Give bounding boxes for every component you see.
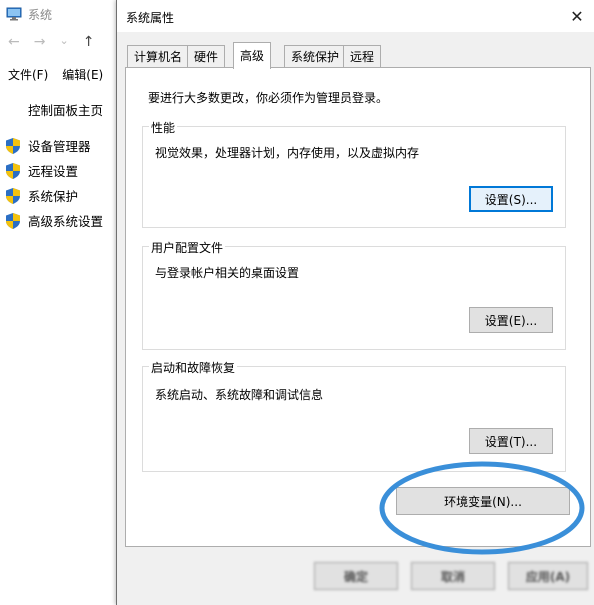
uac-shield-icon: [6, 212, 20, 229]
sidebar-item-advanced-settings[interactable]: 高级系统设置: [6, 211, 103, 230]
uac-shield-icon: [6, 137, 20, 154]
sidebar-item-label: 远程设置: [28, 164, 79, 179]
button-label: 取消: [440, 569, 465, 584]
tab-remote[interactable]: 远程: [343, 45, 382, 68]
environment-variables-button[interactable]: 环境变量(N)...: [396, 487, 570, 515]
tab-computer-name[interactable]: 计算机名: [127, 45, 190, 68]
computer-monitor-icon: [6, 7, 22, 21]
menu-bar: 文件(F) 编辑(E): [8, 66, 103, 83]
performance-legend: 性能: [149, 119, 178, 136]
sidebar-item-remote-settings[interactable]: 远程设置: [6, 161, 78, 180]
system-properties-dialog: 系统属性 ✕ 计算机名 硬件 高级 系统保护 远程 要进行大多数更改，你必须作为…: [116, 0, 594, 605]
tab-system-protection[interactable]: 系统保护: [284, 45, 347, 68]
dialog-titlebar: 系统属性 ✕: [117, 0, 594, 32]
nav-buttons: ← → ⌄ ↑: [8, 34, 94, 50]
performance-description: 视觉效果，处理器计划，内存使用，以及虚拟内存: [155, 146, 420, 160]
forward-button[interactable]: →: [34, 34, 46, 50]
ok-button[interactable]: 确定: [314, 562, 398, 590]
up-button[interactable]: ↑: [83, 34, 95, 50]
system-window-title: 系统: [28, 7, 53, 22]
recent-locations-dropdown[interactable]: ⌄: [59, 34, 68, 50]
sidebar-item-system-protection[interactable]: 系统保护: [6, 186, 78, 205]
advanced-tab-panel: 要进行大多数更改，你必须作为管理员登录。 性能 视觉效果，处理器计划，内存使用，…: [125, 67, 591, 547]
tab-hardware[interactable]: 硬件: [187, 45, 226, 68]
close-icon[interactable]: ✕: [565, 4, 589, 28]
cancel-button[interactable]: 取消: [411, 562, 495, 590]
user-profiles-settings-button[interactable]: 设置(E)...: [469, 307, 553, 333]
user-profiles-group: 用户配置文件 与登录帐户相关的桌面设置 设置(E)...: [142, 239, 566, 350]
startup-recovery-description: 系统启动、系统故障和调试信息: [155, 388, 324, 402]
sidebar-item-label: 设备管理器: [28, 139, 91, 154]
performance-settings-button[interactable]: 设置(S)...: [469, 186, 553, 212]
startup-recovery-legend: 启动和故障恢复: [149, 359, 238, 376]
button-label: 设置(S)...: [484, 192, 538, 207]
startup-recovery-settings-button[interactable]: 设置(T)...: [469, 428, 553, 454]
button-label: 确定: [343, 569, 368, 584]
user-profiles-legend: 用户配置文件: [149, 239, 226, 256]
back-button[interactable]: ←: [8, 34, 20, 50]
control-panel-home-link[interactable]: 控制面板主页: [28, 100, 103, 119]
uac-shield-icon: [6, 187, 20, 204]
apply-button[interactable]: 应用(A): [508, 562, 588, 590]
user-profiles-description: 与登录帐户相关的桌面设置: [155, 266, 300, 280]
button-label: 环境变量(N)...: [444, 494, 522, 509]
sidebar-item-label: 高级系统设置: [28, 214, 104, 229]
sidebar-item-device-manager[interactable]: 设备管理器: [6, 136, 91, 155]
dialog-title: 系统属性: [126, 11, 175, 25]
sidebar-item-label: 系统保护: [28, 189, 79, 204]
button-label: 设置(T)...: [484, 434, 538, 449]
system-window-titlebar: 系统: [0, 0, 120, 28]
startup-recovery-group: 启动和故障恢复 系统启动、系统故障和调试信息 设置(T)...: [142, 359, 566, 472]
menu-file[interactable]: 文件(F): [8, 66, 48, 83]
uac-shield-icon: [6, 162, 20, 179]
button-label: 应用(A): [525, 569, 571, 584]
button-label: 设置(E)...: [484, 313, 538, 328]
menu-edit[interactable]: 编辑(E): [62, 66, 103, 83]
admin-notice: 要进行大多数更改，你必须作为管理员登录。: [148, 91, 389, 105]
performance-group: 性能 视觉效果，处理器计划，内存使用，以及虚拟内存 设置(S)...: [142, 119, 566, 228]
tab-advanced[interactable]: 高级: [233, 42, 272, 69]
